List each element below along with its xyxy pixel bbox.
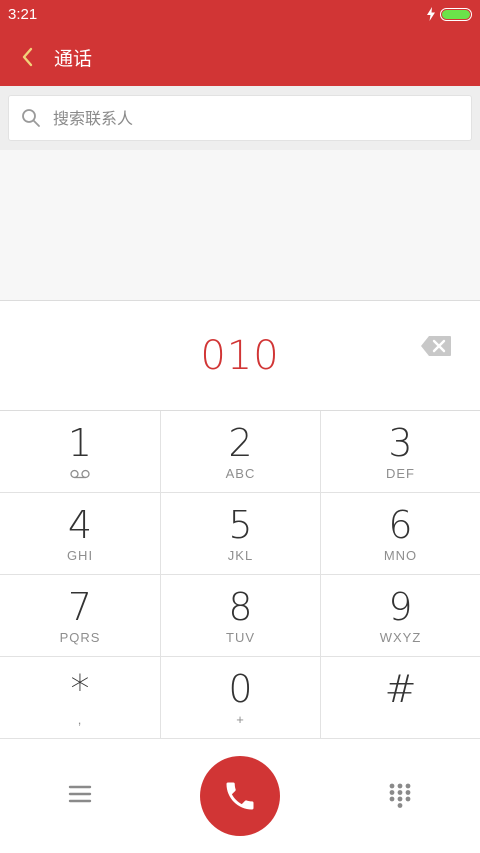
key-digit: 4 [67,503,93,547]
key-letters: JKL [227,548,254,563]
key-digit: 3 [388,421,413,465]
contact-results-area [0,150,480,300]
key-1[interactable]: 1 [0,411,160,492]
key-digit: 5 [228,503,253,547]
voicemail-icon [70,469,90,479]
key-0[interactable]: 0 + [160,657,320,738]
dialpad-icon [389,783,411,808]
key-letters: GHI [66,548,94,563]
key-8[interactable]: 8 TUV [160,575,320,656]
key-digit: # [384,667,417,711]
key-star[interactable]: * , [0,657,160,738]
key-letters: ABC [225,466,256,481]
key-letters: PQRS [59,630,101,645]
phone-icon [226,782,254,810]
key-letters: DEF [386,466,415,481]
key-4[interactable]: 4 GHI [0,493,160,574]
key-digit: 2 [228,421,253,465]
key-3[interactable]: 3 DEF [320,411,480,492]
charging-icon [427,7,435,21]
dialed-number-row: 010 [0,301,480,410]
key-6[interactable]: 6 MNO [320,493,480,574]
key-7[interactable]: 7 PQRS [0,575,160,656]
back-button[interactable] [0,28,54,86]
key-digit: 8 [228,585,253,629]
key-digit: 9 [388,585,413,629]
key-hash[interactable]: # [320,657,480,738]
search-area [0,86,480,150]
backspace-icon [421,336,451,356]
key-digit: 1 [67,421,93,465]
key-digit: * [70,667,90,711]
dialer-action-bar [0,738,480,853]
key-digit: 0 [228,667,253,711]
dialpad-toggle-button[interactable] [387,782,413,810]
status-bar: 3:21 [0,0,480,28]
key-9[interactable]: 9 WXYZ [320,575,480,656]
page-title: 通话 [54,48,93,70]
keypad: 1 2 ABC 3 DEF 4 GHI 5 JKL 6 MNO 7 PQRS 8… [0,410,480,739]
menu-button[interactable] [68,782,92,806]
dialed-number: 010 [200,332,280,379]
key-digit: 6 [388,503,413,547]
search-input[interactable] [53,108,471,128]
chevron-left-icon [22,47,33,67]
backspace-button[interactable] [420,335,452,357]
call-button[interactable] [200,756,280,836]
key-letters: TUV [226,630,255,645]
menu-icon [68,785,92,803]
key-letters: WXYZ [379,630,422,645]
key-2[interactable]: 2 ABC [160,411,320,492]
status-time: 3:21 [8,5,38,23]
key-letters: , [77,712,83,727]
search-icon [9,108,53,128]
search-box[interactable] [8,95,472,141]
key-letters: + [236,712,245,727]
app-header: 3:21 通话 [0,0,480,86]
battery-icon [440,7,472,21]
key-digit: 7 [67,585,93,629]
key-5[interactable]: 5 JKL [160,493,320,574]
key-letters: MNO [383,548,418,563]
